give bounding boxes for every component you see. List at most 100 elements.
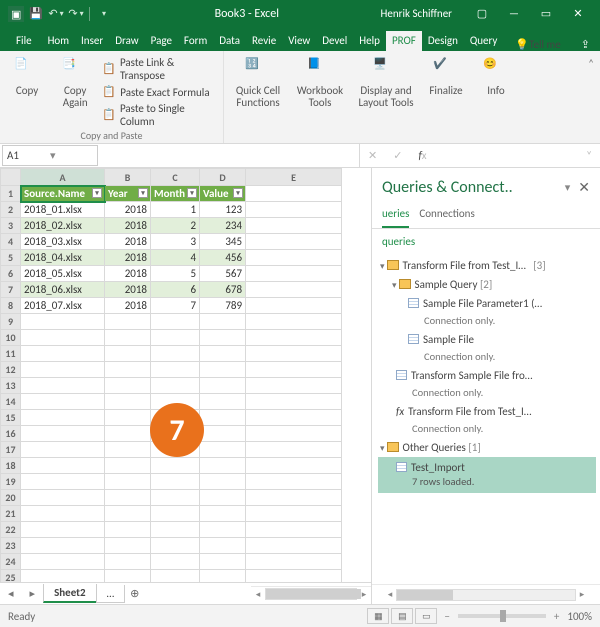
query-sample-file[interactable]: Sample File bbox=[378, 330, 596, 349]
tab-page-layout[interactable]: Page bbox=[145, 31, 178, 51]
sheet-tab-sheet2[interactable]: Sheet2 bbox=[43, 584, 97, 603]
row-header-4[interactable]: 4 bbox=[1, 234, 21, 250]
tab-design[interactable]: Design bbox=[422, 31, 464, 51]
table-cell[interactable]: 2018 bbox=[105, 234, 151, 250]
insert-function-icon[interactable]: fx bbox=[410, 149, 434, 162]
empty-cell[interactable] bbox=[105, 570, 151, 583]
sheet-nav-next[interactable]: ▸ bbox=[22, 587, 44, 600]
table-header-cell[interactable]: Month▾ bbox=[151, 186, 200, 202]
empty-cell[interactable] bbox=[21, 522, 105, 538]
table-cell[interactable]: 456 bbox=[200, 250, 246, 266]
tab-developer[interactable]: Devel bbox=[316, 31, 353, 51]
empty-cell[interactable] bbox=[200, 346, 246, 362]
empty-cell[interactable] bbox=[246, 330, 342, 346]
empty-cell[interactable] bbox=[105, 378, 151, 394]
empty-cell[interactable] bbox=[105, 442, 151, 458]
table-cell[interactable]: 123 bbox=[200, 202, 246, 218]
collapse-ribbon-button[interactable]: ˄ bbox=[582, 51, 600, 143]
row-header-19[interactable]: 19 bbox=[1, 474, 21, 490]
undo-icon[interactable]: ↶▾ bbox=[48, 6, 64, 22]
empty-cell[interactable] bbox=[246, 186, 342, 202]
empty-cell[interactable] bbox=[246, 522, 342, 538]
empty-cell[interactable] bbox=[21, 362, 105, 378]
empty-cell[interactable] bbox=[21, 554, 105, 570]
empty-cell[interactable] bbox=[246, 266, 342, 282]
table-cell[interactable]: 2 bbox=[151, 218, 200, 234]
pane-tab-queries[interactable]: ueries bbox=[382, 203, 409, 228]
empty-cell[interactable] bbox=[21, 442, 105, 458]
row-header-3[interactable]: 3 bbox=[1, 218, 21, 234]
empty-cell[interactable] bbox=[200, 314, 246, 330]
empty-cell[interactable] bbox=[246, 474, 342, 490]
empty-cell[interactable] bbox=[151, 554, 200, 570]
row-header-7[interactable]: 7 bbox=[1, 282, 21, 298]
filter-dropdown-icon[interactable]: ▾ bbox=[187, 188, 197, 198]
empty-cell[interactable] bbox=[21, 330, 105, 346]
empty-cell[interactable] bbox=[105, 458, 151, 474]
empty-cell[interactable] bbox=[21, 458, 105, 474]
empty-cell[interactable] bbox=[246, 410, 342, 426]
empty-cell[interactable] bbox=[246, 538, 342, 554]
empty-cell[interactable] bbox=[200, 506, 246, 522]
empty-cell[interactable] bbox=[21, 394, 105, 410]
empty-cell[interactable] bbox=[200, 522, 246, 538]
empty-cell[interactable] bbox=[105, 346, 151, 362]
redo-icon[interactable]: ↷▾ bbox=[68, 6, 84, 22]
save-icon[interactable]: 💾 bbox=[28, 6, 44, 22]
empty-cell[interactable] bbox=[200, 458, 246, 474]
expand-formula-bar-icon[interactable]: ˅ bbox=[578, 149, 600, 162]
select-all-cell[interactable] bbox=[1, 169, 21, 186]
empty-cell[interactable] bbox=[105, 538, 151, 554]
zoom-out-button[interactable]: − bbox=[444, 610, 449, 623]
empty-cell[interactable] bbox=[105, 410, 151, 426]
hscroll-thumb[interactable] bbox=[266, 589, 361, 599]
tab-help[interactable]: Help bbox=[353, 31, 386, 51]
empty-cell[interactable] bbox=[21, 570, 105, 583]
empty-cell[interactable] bbox=[151, 570, 200, 583]
col-header-D[interactable]: D bbox=[200, 169, 246, 186]
filter-dropdown-icon[interactable]: ▾ bbox=[138, 188, 148, 198]
row-header-20[interactable]: 20 bbox=[1, 490, 21, 506]
empty-cell[interactable] bbox=[246, 394, 342, 410]
tab-data[interactable]: Data bbox=[213, 31, 246, 51]
empty-cell[interactable] bbox=[200, 330, 246, 346]
pane-close-button[interactable]: ✕ bbox=[578, 179, 590, 196]
row-header-25[interactable]: 25 bbox=[1, 570, 21, 583]
empty-cell[interactable] bbox=[151, 314, 200, 330]
ribbon-display-options-icon[interactable]: ▢ bbox=[466, 0, 498, 27]
empty-cell[interactable] bbox=[21, 314, 105, 330]
col-header-E[interactable]: E bbox=[246, 169, 342, 186]
table-cell[interactable]: 789 bbox=[200, 298, 246, 314]
empty-cell[interactable] bbox=[200, 394, 246, 410]
tab-view[interactable]: View bbox=[282, 31, 316, 51]
folder-transform-file[interactable]: Transform File from Test_I… [3] bbox=[378, 256, 596, 275]
table-cell[interactable]: 2018_06.xlsx bbox=[21, 282, 105, 298]
zoom-level[interactable]: 100% bbox=[567, 610, 592, 623]
empty-cell[interactable] bbox=[200, 442, 246, 458]
empty-cell[interactable] bbox=[200, 538, 246, 554]
row-header-6[interactable]: 6 bbox=[1, 266, 21, 282]
empty-cell[interactable] bbox=[105, 554, 151, 570]
table-cell[interactable]: 2018 bbox=[105, 282, 151, 298]
row-header-8[interactable]: 8 bbox=[1, 298, 21, 314]
maximize-button[interactable]: ▭ bbox=[530, 0, 562, 27]
name-box[interactable]: A1▾ bbox=[2, 145, 98, 166]
table-cell[interactable]: 7 bbox=[151, 298, 200, 314]
empty-cell[interactable] bbox=[200, 474, 246, 490]
query-test-import[interactable]: Test_Import 7 rows loaded. bbox=[378, 457, 596, 493]
row-header-5[interactable]: 5 bbox=[1, 250, 21, 266]
display-layout-tools-button[interactable]: 🖥️Display and Layout Tools bbox=[354, 55, 418, 109]
qat-customize-icon[interactable]: ▾ bbox=[95, 6, 111, 22]
table-header-cell[interactable]: Source.Name▾ bbox=[21, 186, 105, 202]
hscroll-left-icon[interactable]: ◂ bbox=[251, 589, 265, 600]
filter-dropdown-icon[interactable]: ▾ bbox=[233, 188, 243, 198]
empty-cell[interactable] bbox=[21, 410, 105, 426]
name-box-dropdown-icon[interactable]: ▾ bbox=[50, 149, 93, 162]
workbook-tools-button[interactable]: 📘Workbook Tools bbox=[292, 55, 348, 109]
row-header-11[interactable]: 11 bbox=[1, 346, 21, 362]
row-header-15[interactable]: 15 bbox=[1, 410, 21, 426]
tab-file[interactable]: File bbox=[6, 31, 42, 51]
col-header-B[interactable]: B bbox=[105, 169, 151, 186]
copy-again-button[interactable]: 📑 Copy Again bbox=[54, 55, 96, 109]
table-cell[interactable]: 5 bbox=[151, 266, 200, 282]
